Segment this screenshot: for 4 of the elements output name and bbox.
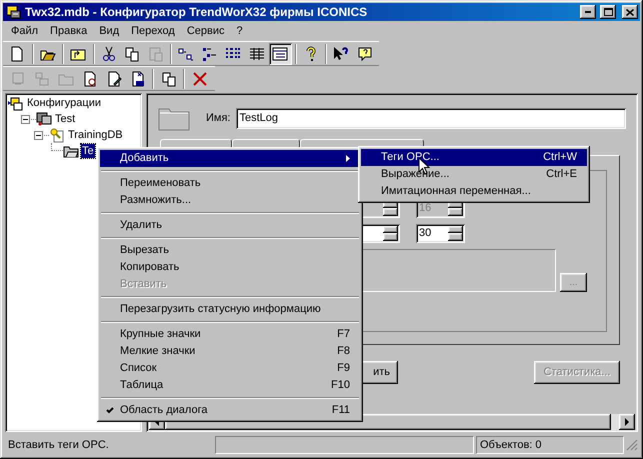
object-count: Объектов: 0 xyxy=(476,436,624,454)
status-message: Вставить теги OPC. xyxy=(7,438,110,453)
name-label: Имя: xyxy=(206,110,230,126)
window-title: Twx32.mdb - Конфигуратор TrendWorX32 фирмы ICONICS xyxy=(25,4,368,21)
